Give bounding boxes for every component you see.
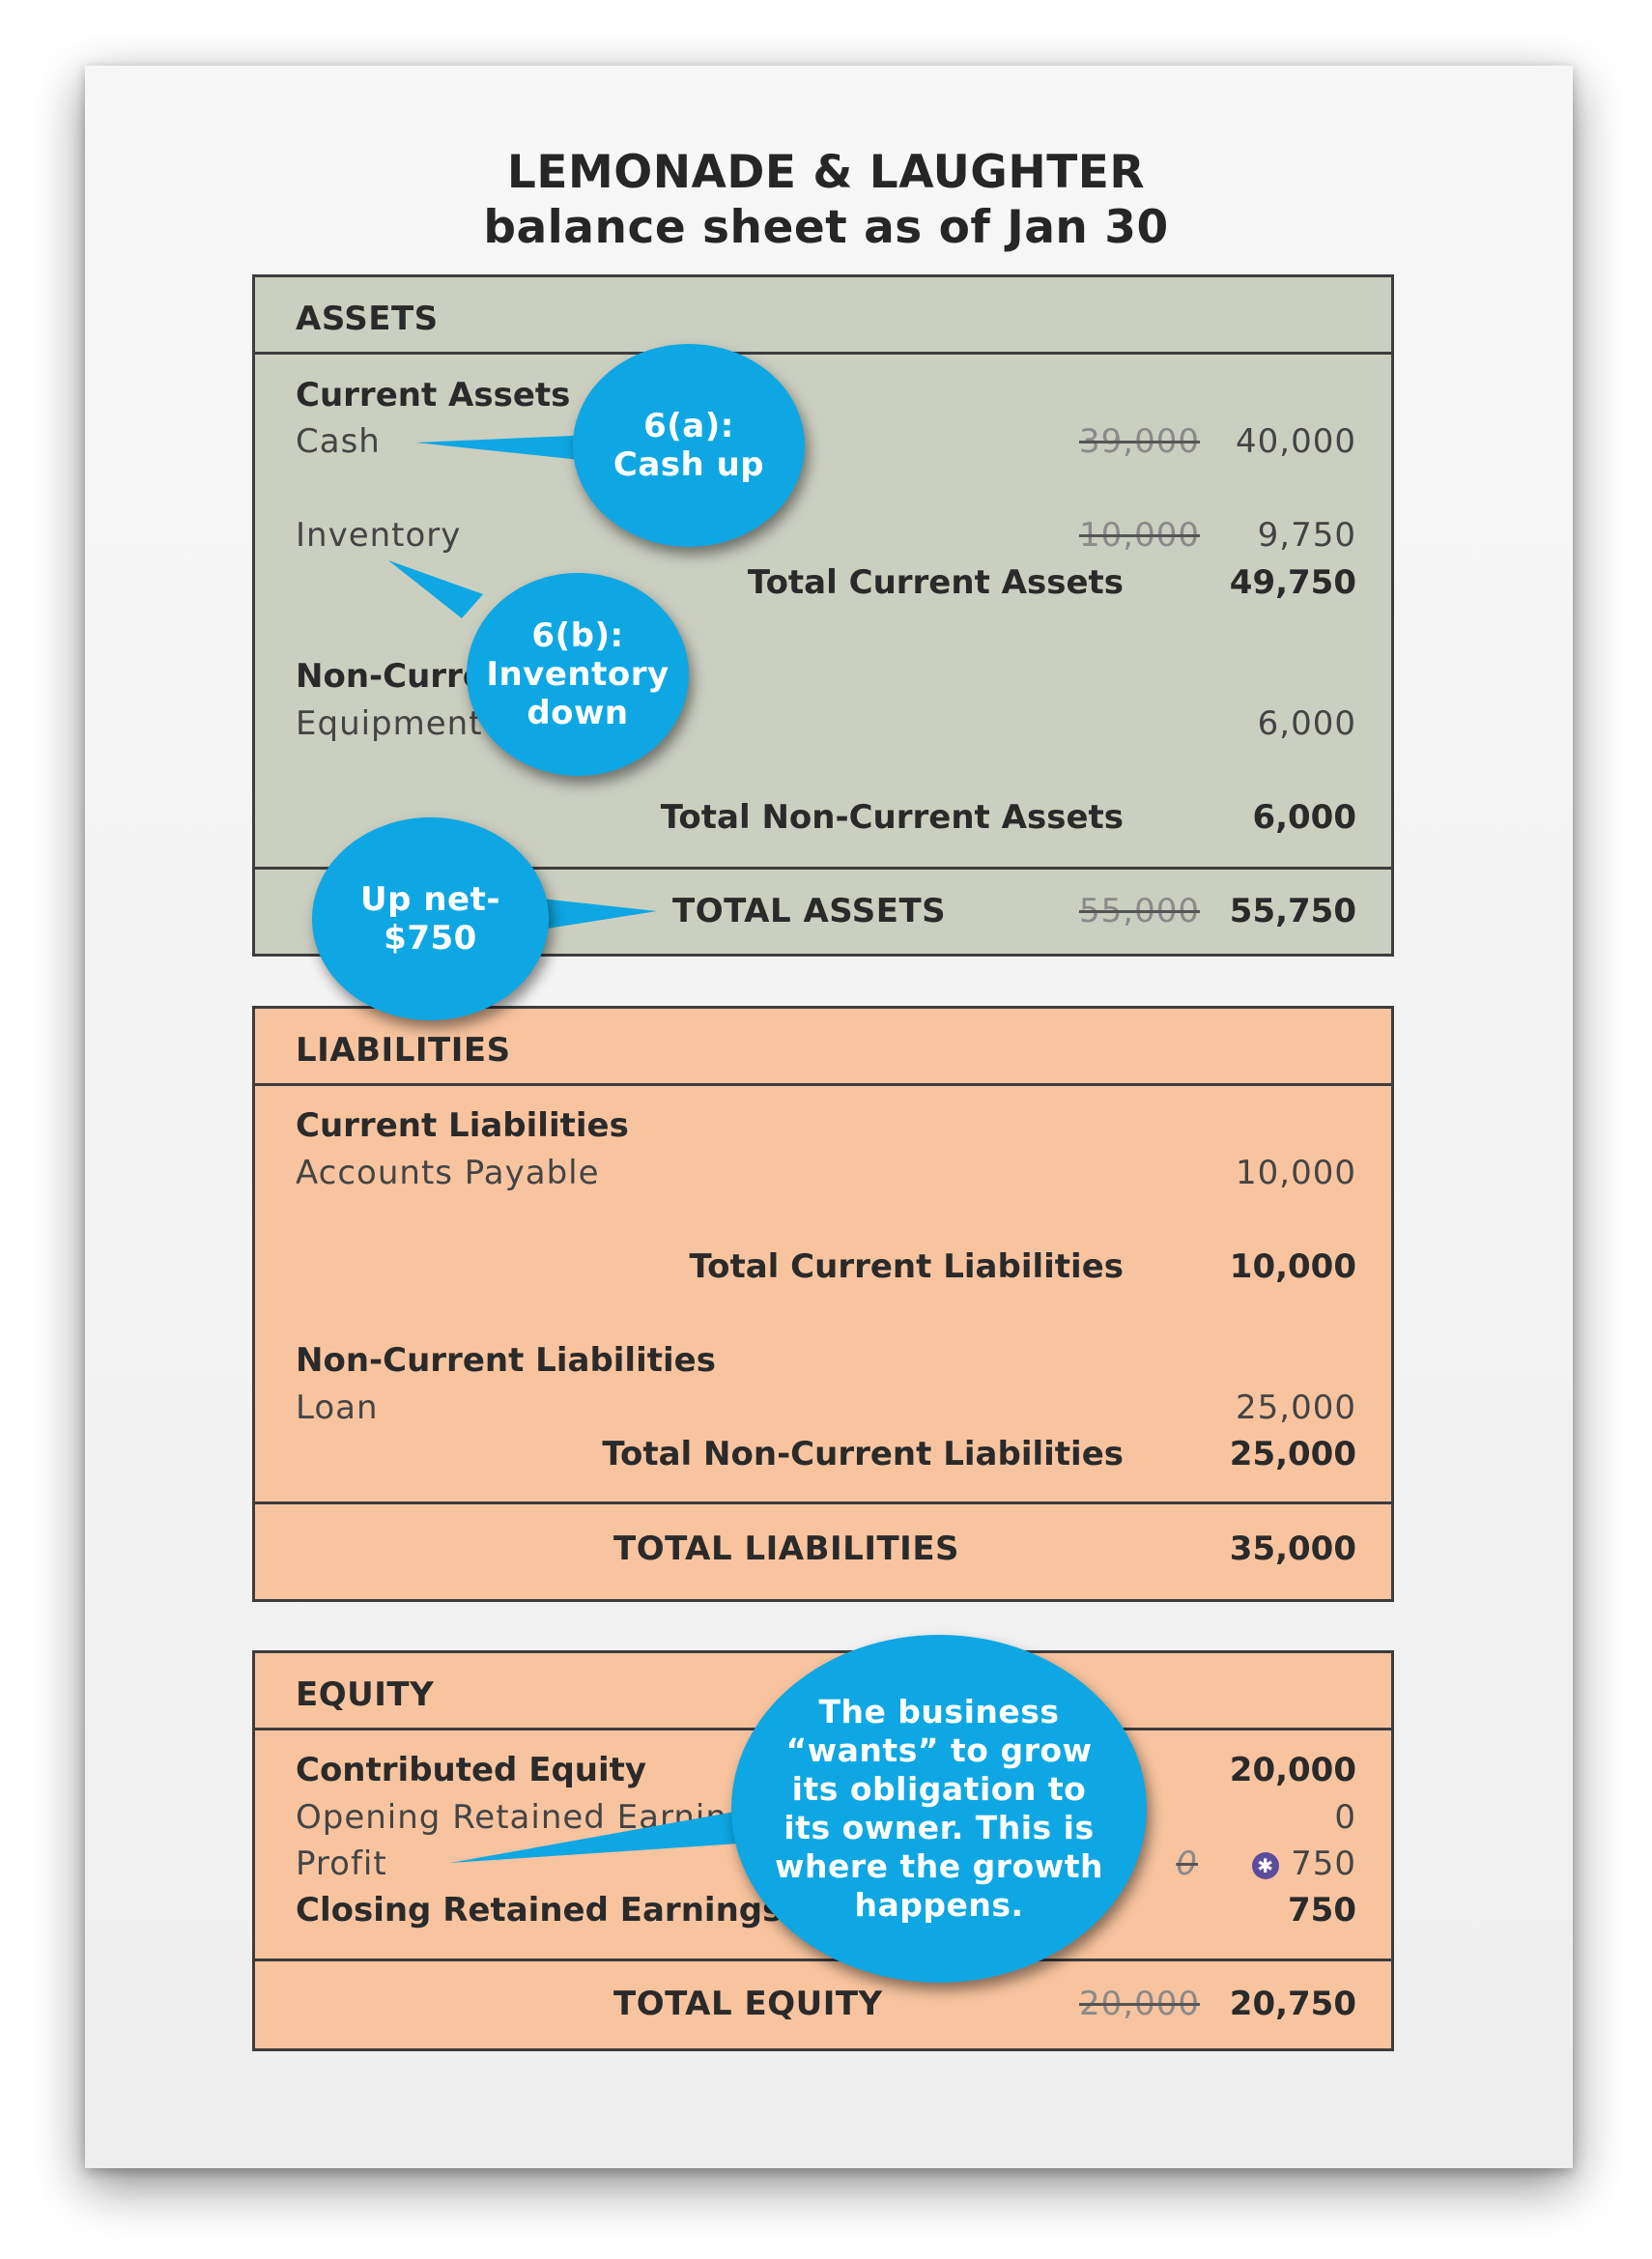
current-liabilities-header: Current Liabilities	[296, 1106, 629, 1145]
callout-line: its owner. This is	[783, 1809, 1095, 1846]
closing-retained-earnings-label: Closing Retained Earnings	[296, 1891, 783, 1930]
total-current-assets-label: Total Current Assets	[747, 563, 1124, 602]
total-assets-value: 55,750	[1229, 892, 1356, 930]
contributed-equity-label: Contributed Equity	[296, 1751, 647, 1789]
equipment-label: Equipment	[296, 704, 483, 743]
accounts-payable-label: Accounts Payable	[296, 1154, 600, 1192]
total-current-assets-value: 49,750	[1229, 563, 1356, 602]
total-current-liabilities-label: Total Current Liabilities	[689, 1247, 1124, 1286]
callout-line: $750	[384, 919, 477, 958]
loan-value: 25,000	[1236, 1388, 1356, 1427]
sheet-date-title: balance sheet as of Jan 30	[483, 201, 1169, 254]
cash-callout: 6(a): Cash up	[573, 344, 805, 547]
profit-label: Profit	[296, 1844, 387, 1883]
opening-retained-earnings-value: 0	[1334, 1798, 1356, 1837]
total-non-current-assets-label: Total Non-Current Assets	[660, 798, 1124, 837]
equity-callout: The business “wants” to grow its obligat…	[731, 1635, 1147, 1983]
callout-line: Cash up	[612, 445, 765, 484]
callout-line: its obligation to	[791, 1770, 1087, 1808]
divider	[255, 1501, 1391, 1504]
divider	[255, 352, 1391, 355]
total-assets-old-value: 55,000	[1079, 892, 1200, 930]
equity-header: EQUITY	[296, 1675, 435, 1714]
contributed-equity-value: 20,000	[1229, 1751, 1356, 1789]
total-liabilities-label: TOTAL LIABILITIES	[613, 1530, 960, 1568]
callout-line: 6(a):	[643, 407, 734, 445]
cash-value: 40,000	[1236, 422, 1356, 461]
callout-line: “wants” to grow	[785, 1731, 1093, 1769]
total-equity-old-value: 20,000	[1079, 1985, 1200, 2023]
total-equity-label: TOTAL EQUITY	[613, 1985, 883, 2023]
current-assets-header: Current Assets	[296, 376, 571, 415]
callout-line: down	[527, 694, 629, 732]
equipment-value: 6,000	[1257, 704, 1356, 743]
total-non-current-liabilities-value: 25,000	[1229, 1435, 1356, 1473]
callout-line: where the growth	[775, 1847, 1103, 1885]
opening-retained-earnings-label: Opening Retained Earnings	[296, 1798, 768, 1837]
callout-line: Inventory	[486, 655, 669, 694]
total-current-liabilities-value: 10,000	[1229, 1247, 1356, 1286]
total-assets-callout: Up net- $750	[312, 817, 549, 1020]
total-non-current-assets-value: 6,000	[1252, 798, 1356, 837]
callout-line: happens.	[854, 1886, 1024, 1924]
total-equity-value: 20,750	[1229, 1985, 1356, 2023]
non-current-liabilities-header: Non-Current Liabilities	[296, 1341, 716, 1380]
total-non-current-liabilities-label: Total Non-Current Liabilities	[602, 1435, 1124, 1473]
profit-value: 750	[1291, 1844, 1356, 1883]
total-assets-label: TOTAL ASSETS	[672, 892, 947, 930]
loan-label: Loan	[296, 1388, 379, 1427]
liabilities-header: LIABILITIES	[296, 1031, 511, 1070]
callout-line: The business	[818, 1693, 1060, 1730]
divider	[255, 1959, 1391, 1961]
assets-header: ASSETS	[296, 300, 439, 338]
inventory-value: 9,750	[1257, 516, 1356, 555]
star-icon: ✱	[1252, 1851, 1280, 1879]
callout-line: Up net-	[360, 880, 500, 919]
liabilities-panel: LIABILITIES Current Liabilities Accounts…	[252, 1006, 1394, 1602]
total-liabilities-value: 35,000	[1229, 1530, 1356, 1568]
profit-row-value: ✱ 750	[1252, 1844, 1356, 1883]
cash-label: Cash	[296, 422, 381, 461]
inventory-label: Inventory	[296, 516, 462, 555]
closing-retained-earnings-value: 750	[1288, 1891, 1356, 1930]
divider	[255, 1083, 1391, 1086]
company-title: LEMONADE & LAUGHTER	[506, 146, 1146, 199]
inventory-callout: 6(b): Inventory down	[467, 573, 689, 776]
inventory-old-value: 10,000	[1079, 516, 1200, 555]
accounts-payable-value: 10,000	[1236, 1154, 1356, 1192]
profit-old-value: 0	[1176, 1844, 1198, 1883]
cash-old-value: 39,000	[1079, 422, 1200, 461]
callout-line: 6(b):	[531, 616, 624, 655]
